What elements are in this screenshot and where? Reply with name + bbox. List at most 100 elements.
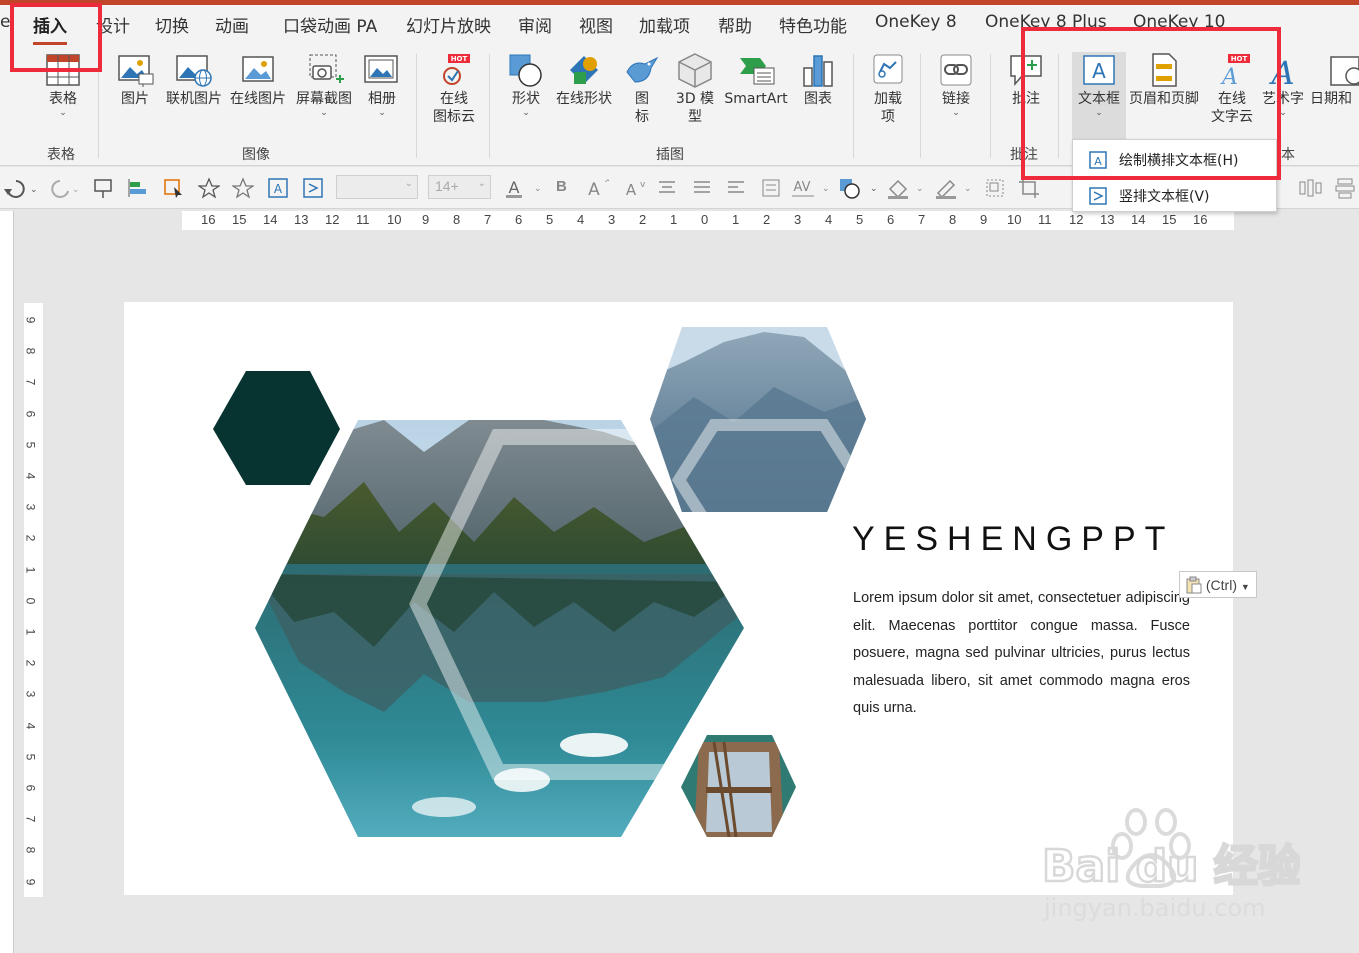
tab-animations[interactable]: 动画 (215, 12, 249, 37)
horizontal-textbox-icon[interactable]: A (267, 177, 289, 199)
chart-label: 图表 (804, 91, 832, 107)
online-picture2-button[interactable]: 在线图片 (228, 52, 288, 108)
shape-select-icon[interactable]: ⌄ (838, 177, 878, 199)
tab-slideshow[interactable]: 幻灯片放映 (406, 12, 491, 37)
highlight-insert-tab (10, 3, 102, 72)
distribute-horizontal-icon[interactable] (1298, 177, 1322, 199)
ruler-tick-label: 9 (23, 316, 38, 324)
decrease-font-icon[interactable]: Av (622, 177, 646, 199)
group-separator (416, 54, 417, 158)
align-left-icon[interactable] (725, 177, 747, 199)
tab-view[interactable]: 视图 (579, 12, 613, 37)
paste-options-label: (Ctrl) (1205, 577, 1237, 593)
datetime-label: 日期和 (1310, 91, 1352, 107)
redo-icon[interactable]: ⌄ (44, 177, 78, 199)
group-label-tables: 表格 (47, 147, 75, 163)
justify-icon[interactable] (691, 177, 713, 199)
fill-color-icon[interactable]: ⌄ (886, 177, 926, 199)
ruler-tick-label: 5 (856, 212, 864, 227)
picture-label: 图片 (121, 91, 149, 107)
distribute-icon[interactable] (760, 177, 782, 199)
dark-hexagon (213, 371, 340, 485)
crop-icon[interactable] (1018, 177, 1040, 199)
3d-models-button[interactable]: 3D 模 型 (672, 52, 718, 126)
slide-body-text[interactable]: Lorem ipsum dolor sit amet, consectetuer… (853, 585, 1190, 723)
svg-text:^: ^ (604, 179, 609, 189)
undo-icon[interactable]: ⌄ (2, 177, 36, 199)
online-icons-label-2: 图标云 (433, 109, 475, 125)
screenshot-button[interactable]: 屏幕截图 ⌄ (293, 52, 355, 118)
tab-help[interactable]: 帮助 (718, 12, 752, 37)
left-panel-strip (0, 211, 14, 953)
datetime-button[interactable]: 日期和 (1310, 52, 1359, 108)
link-button[interactable]: 链接 ⌄ (936, 52, 976, 118)
icons-button[interactable]: 图 标 (622, 52, 662, 126)
align-center-icon[interactable] (656, 177, 678, 199)
tab-pocket-animation[interactable]: 口袋动画 PA (283, 12, 377, 37)
star-outline-icon[interactable] (232, 177, 254, 199)
ruler-tick-label: 16 (1193, 212, 1208, 227)
photo-album-icon (364, 55, 398, 83)
album-button[interactable]: 相册 ⌄ (363, 52, 401, 118)
increase-font-icon[interactable]: A ^ (585, 177, 609, 199)
select-shape-icon[interactable] (162, 177, 184, 199)
smartart-button[interactable]: SmartArt (722, 52, 790, 108)
ruler-tick-label: 3 (794, 212, 802, 227)
album-label: 相册 (368, 91, 396, 107)
tab-addins[interactable]: 加载项 (639, 12, 690, 37)
baidu-watermark: Bai du 经验 jingyan.baidu.com (1040, 808, 1303, 928)
online-picture-icon (176, 55, 212, 87)
tab-transitions[interactable]: 切换 (155, 12, 189, 37)
slide-title[interactable]: YESHENGPPT (852, 520, 1174, 559)
picture-button[interactable]: 图片 (117, 52, 154, 108)
link-icon (940, 54, 972, 86)
font-name-select[interactable]: ⌄ (336, 175, 418, 199)
tab-onekey8[interactable]: OneKey 8 (875, 12, 957, 32)
ruler-tick-label: 15 (232, 212, 247, 227)
menu-item-vertical-textbox[interactable]: 竖排文本框(V) (1073, 178, 1276, 212)
slide-canvas[interactable]: YESHENGPPT Lorem ipsum dolor sit amet, c… (124, 302, 1233, 895)
vertical-ruler: 9 8 7 6 5 4 3 2 1 0 1 2 3 4 5 6 7 8 9 (23, 303, 43, 897)
addins-button[interactable]: 加载 项 (869, 52, 907, 126)
horizontal-ruler: 16 15 14 13 12 11 10 9 8 7 6 5 4 3 2 1 0 1 2 3 4 5 6 7 8 9 10 11 12 1… (182, 211, 1234, 230)
ruler-tick-label: 4 (23, 722, 38, 729)
vertical-textbox-icon (1089, 187, 1107, 205)
char-spacing-icon[interactable]: AV ⌄ (790, 177, 830, 199)
ruler-tick-label: 7 (918, 212, 926, 227)
distribute-vertical-icon[interactable] (1334, 177, 1356, 199)
ruler-tick-label: 11 (1038, 212, 1052, 227)
font-color-icon[interactable]: A ⌄ (504, 177, 540, 199)
online-shapes-button[interactable]: 在线形状 (553, 52, 615, 108)
boat-photo-hexagon (681, 735, 796, 837)
watermark-url: jingyan.baidu.com (1043, 894, 1265, 922)
align-icon[interactable] (126, 177, 150, 199)
ruler-tick-label: 9 (422, 212, 430, 227)
tab-partial[interactable]: e (0, 12, 10, 32)
ruler-tick-label: 11 (356, 212, 370, 227)
ruler-tick-label: 1 (23, 566, 38, 573)
icon-cloud-icon: HOT (443, 54, 470, 85)
shapes-button[interactable]: 形状 ⌄ (506, 52, 546, 118)
bold-button[interactable]: B (556, 178, 567, 195)
font-size-select[interactable]: 14+ ⌄ (428, 175, 491, 199)
ruler-tick-label: 16 (201, 212, 216, 227)
svg-text:AV: AV (794, 180, 811, 195)
chart-button[interactable]: 图表 (800, 52, 836, 108)
tab-special[interactable]: 特色功能 (779, 12, 847, 37)
watermark-brand: Bai du 经验 (1042, 841, 1300, 892)
star-icon[interactable] (198, 177, 220, 199)
online-picture-button[interactable]: 联机图片 (162, 52, 226, 108)
presenter-icon[interactable] (92, 177, 114, 199)
paste-options-button[interactable]: (Ctrl) ▼ (1179, 571, 1257, 598)
tab-review[interactable]: 审阅 (518, 12, 552, 37)
screenshot-label: 屏幕截图 (296, 91, 352, 107)
group-icon[interactable] (984, 177, 1006, 199)
vertical-textbox-icon[interactable] (302, 177, 324, 199)
ruler-tick-label: 4 (577, 212, 585, 227)
addins-label-2: 项 (881, 109, 895, 125)
chevron-down-icon: ⌄ (952, 108, 960, 118)
online-icons-button[interactable]: HOT 在线 图标云 (430, 52, 478, 126)
outline-color-icon[interactable]: ⌄ (934, 177, 974, 199)
ruler-tick-label: 14 (1131, 212, 1146, 227)
group-label-illustrations: 插图 (656, 147, 684, 163)
